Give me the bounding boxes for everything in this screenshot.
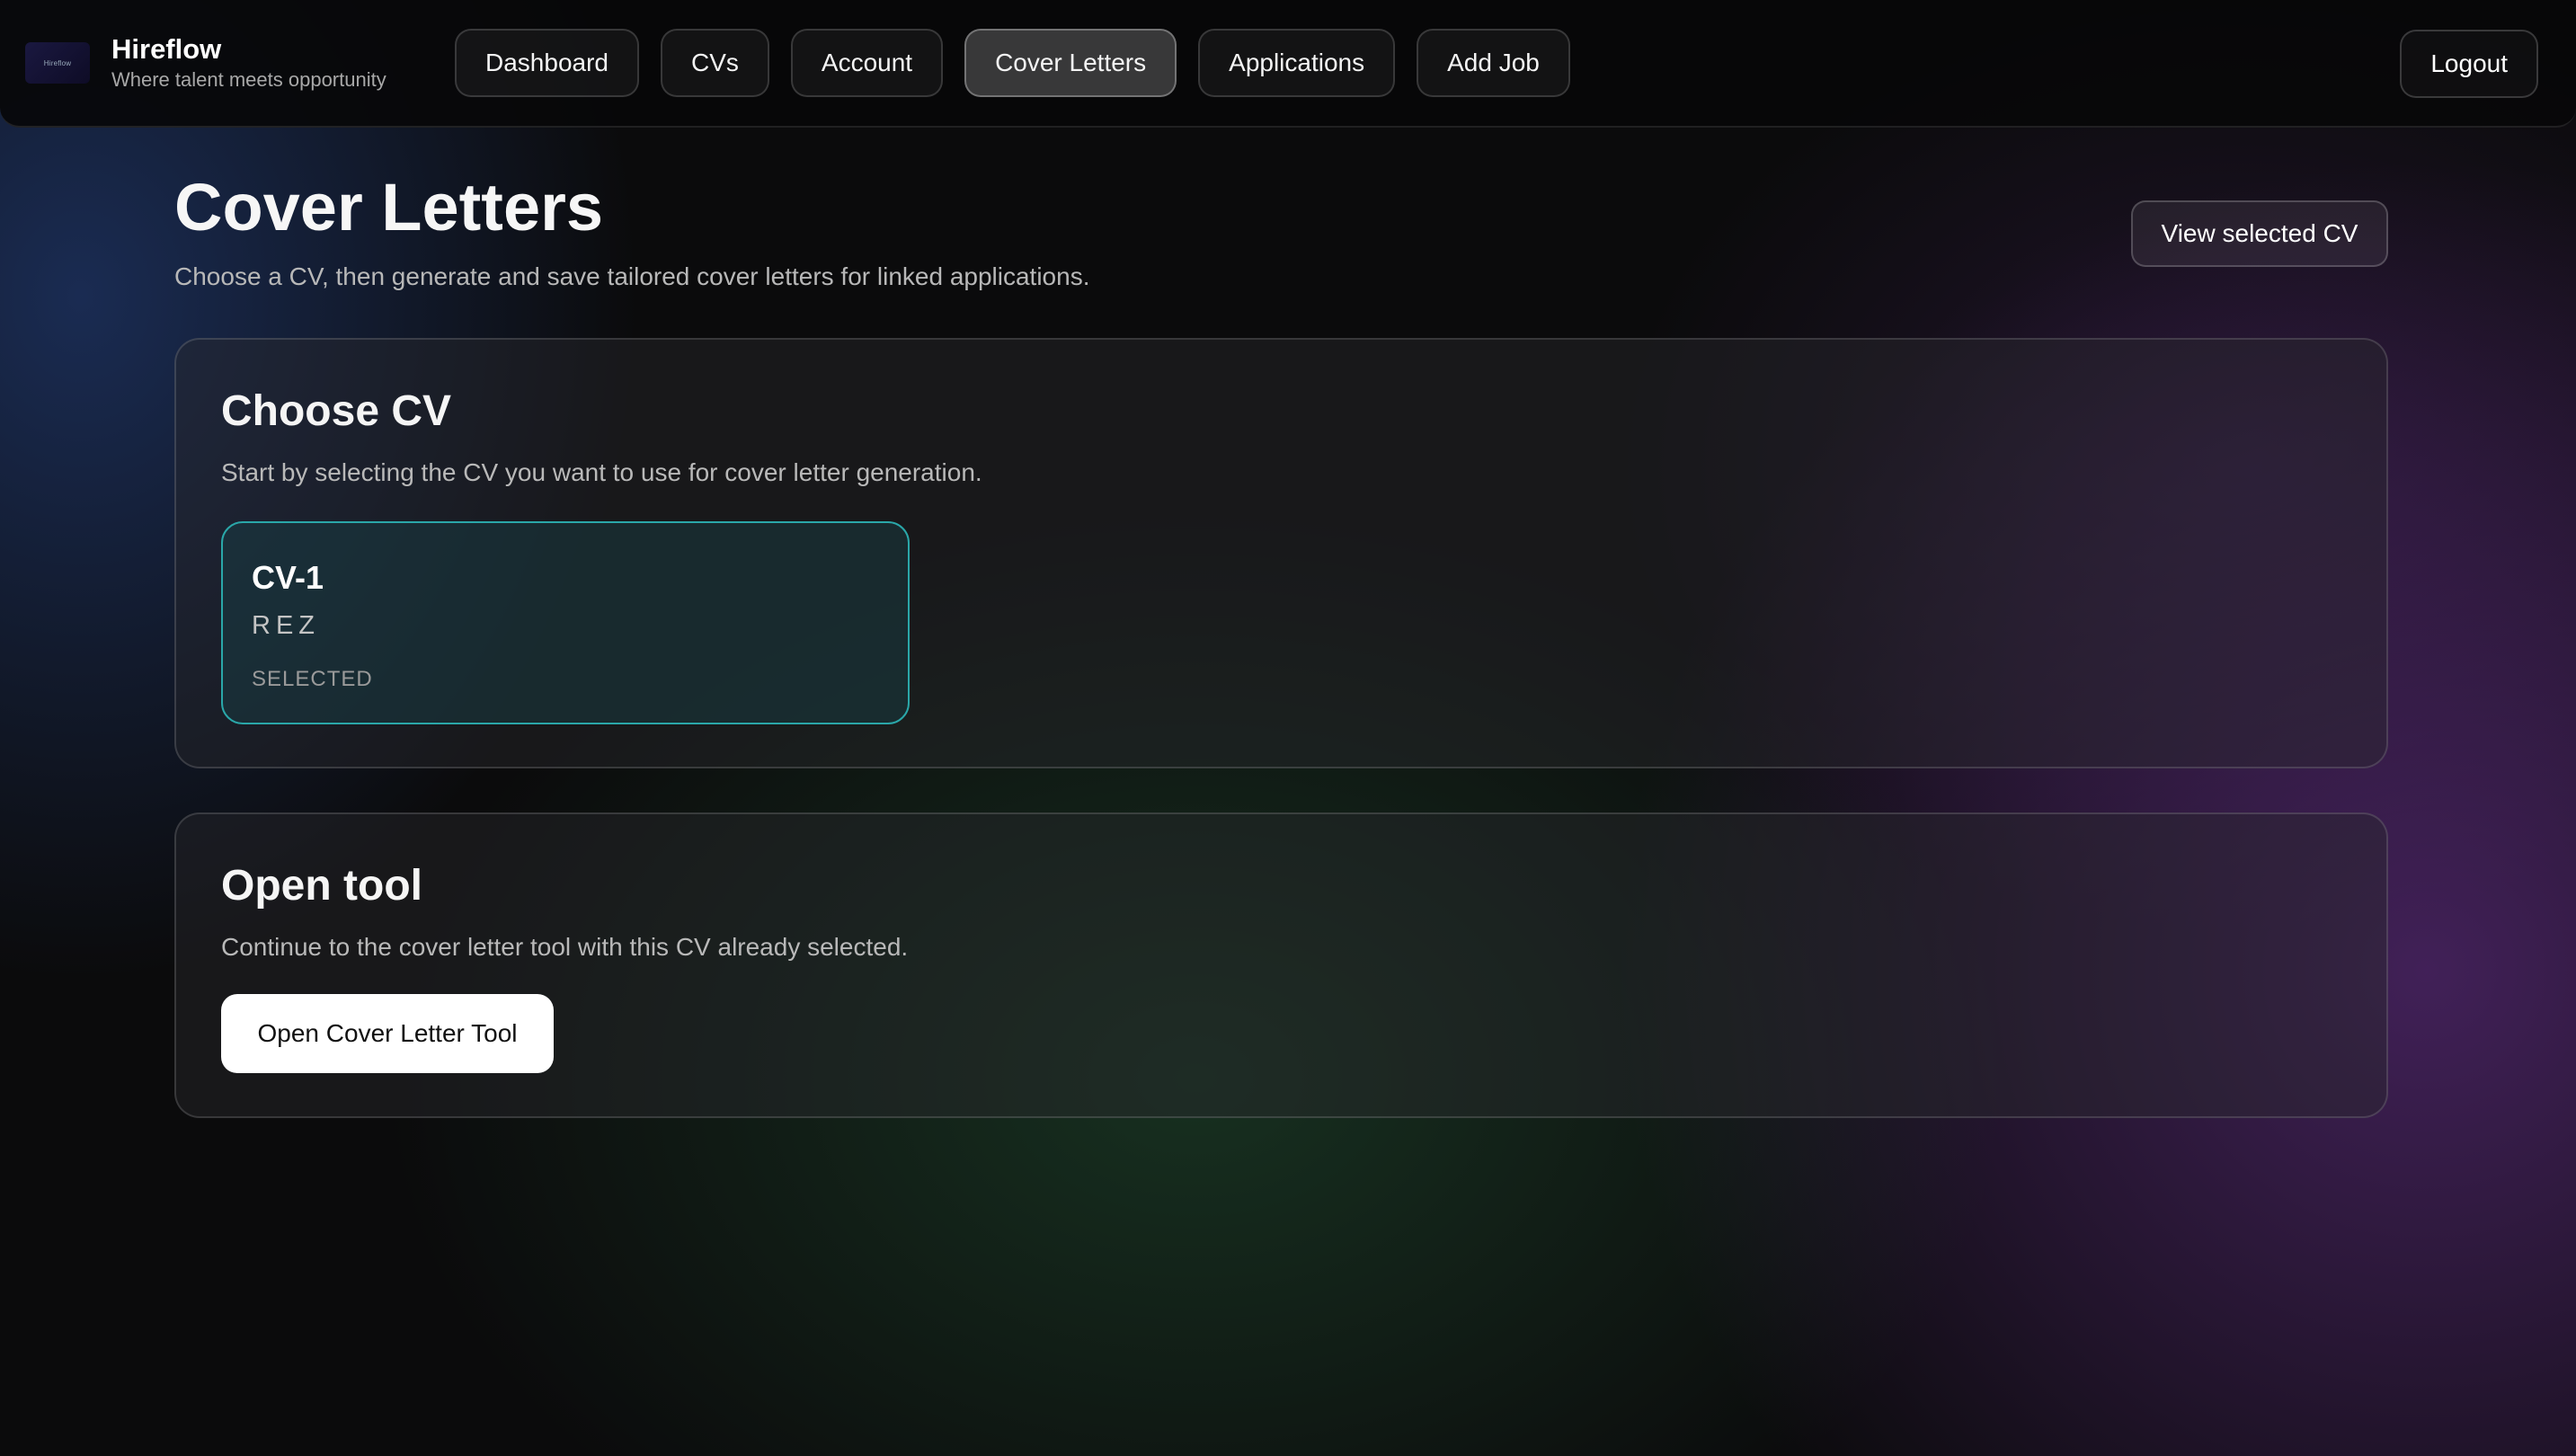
top-navigation-bar: Hireflow Hireflow Where talent meets opp… <box>0 0 2576 128</box>
cv-option-selected[interactable]: CV-1 REZ SELECTED <box>221 521 910 724</box>
brand[interactable]: Hireflow Hireflow Where talent meets opp… <box>25 32 430 93</box>
nav-dashboard[interactable]: Dashboard <box>455 29 639 97</box>
app-tagline: Where talent meets opportunity <box>111 68 386 91</box>
main-nav: Dashboard CVs Account Cover Letters Appl… <box>455 29 1592 97</box>
cv-subtitle: REZ <box>252 611 320 640</box>
brand-text: Hireflow Where talent meets opportunity <box>111 32 386 93</box>
nav-applications[interactable]: Applications <box>1198 29 1396 97</box>
cv-name: CV-1 <box>252 559 324 596</box>
nav-account[interactable]: Account <box>790 29 944 97</box>
cv-status-label: SELECTED <box>252 667 373 691</box>
nav-cover-letters[interactable]: Cover Letters <box>964 29 1177 97</box>
page-subtitle: Choose a CV, then generate and save tail… <box>174 262 1090 290</box>
view-selected-cv-button[interactable]: View selected CV <box>2131 200 2388 267</box>
logout-button[interactable]: Logout <box>2400 30 2538 98</box>
choose-cv-title: Choose CV <box>221 387 452 435</box>
choose-cv-card: Choose CV Start by selecting the CV you … <box>174 338 2388 768</box>
nav-add-job[interactable]: Add Job <box>1417 29 1570 97</box>
open-tool-description: Continue to the cover letter tool with t… <box>221 933 909 961</box>
open-tool-title: Open tool <box>221 862 422 910</box>
open-tool-card: Open tool Continue to the cover letter t… <box>174 812 2388 1118</box>
brand-logo-text: Hireflow <box>43 58 72 67</box>
choose-cv-description: Start by selecting the CV you want to us… <box>221 458 982 486</box>
app-name: Hireflow <box>111 33 222 65</box>
open-cover-letter-tool-button[interactable]: Open Cover Letter Tool <box>221 994 554 1073</box>
nav-cvs[interactable]: CVs <box>660 29 769 97</box>
page-title: Cover Letters <box>174 170 604 244</box>
brand-logo: Hireflow <box>25 42 90 84</box>
